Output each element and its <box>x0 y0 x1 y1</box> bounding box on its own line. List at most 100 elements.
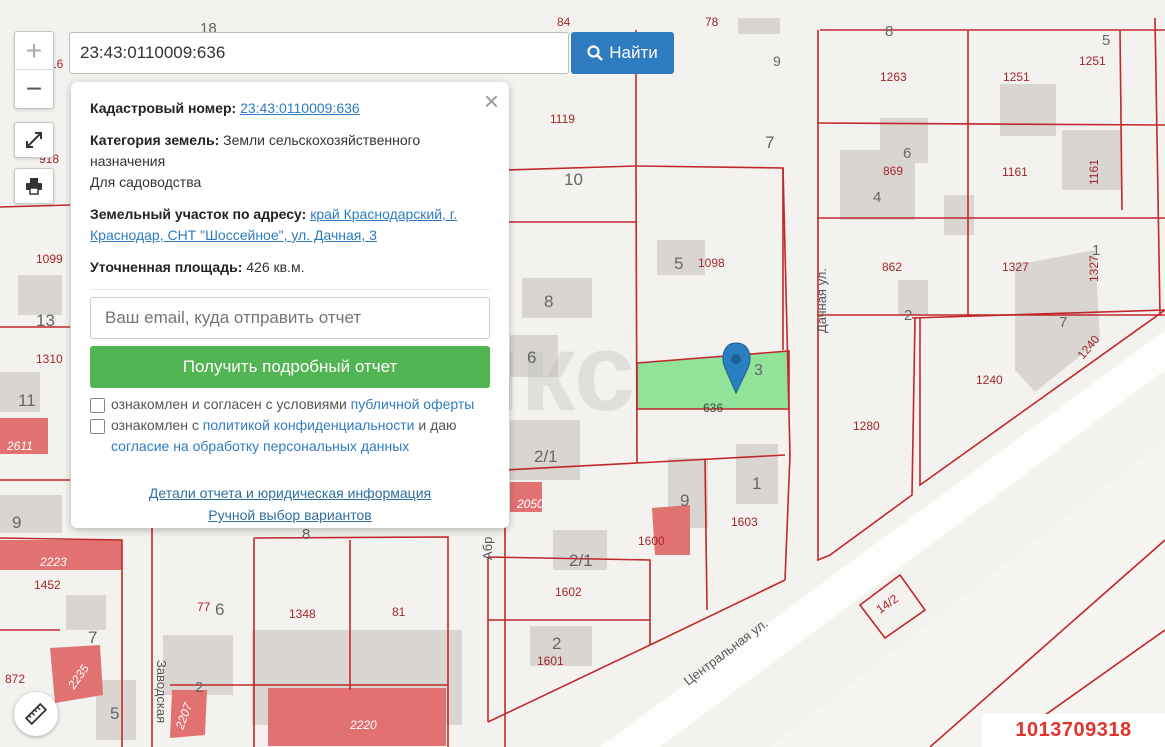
parcel-label: 1240 <box>976 373 1003 387</box>
parcel-label: 8 <box>885 23 893 40</box>
fullscreen-button[interactable] <box>14 122 54 158</box>
parcel-label: 1098 <box>698 256 725 270</box>
parcel-label: 8 <box>544 292 553 311</box>
personal-data-link[interactable]: согласие на обработку персональных данны… <box>111 438 409 454</box>
parcel-label: 6 <box>903 145 911 162</box>
parcel-label: 1348 <box>289 607 316 621</box>
close-icon[interactable]: × <box>484 86 499 117</box>
address-label: Земельный участок по адресу: <box>90 206 307 222</box>
privacy-consent-row: ознакомлен с политикой конфиденциальност… <box>90 415 490 457</box>
zoom-out-button[interactable]: − <box>15 70 53 107</box>
parcel-label: 84 <box>557 15 571 29</box>
parcel-label: 2/1 <box>569 551 593 570</box>
parcel-label: 2/1 <box>534 447 558 466</box>
parcel-label: 872 <box>5 672 25 686</box>
privacy-checkbox[interactable] <box>90 419 105 434</box>
parcel-label: 9 <box>773 53 781 69</box>
parcel-label: 1161 <box>1087 159 1101 185</box>
area-row: Уточненная площадь: 426 кв.м. <box>90 257 490 278</box>
parcel-label: 2 <box>195 679 203 696</box>
parcel-label: 1280 <box>853 419 880 433</box>
cadastral-number-label: Кадастровый номер: <box>90 100 237 116</box>
parcel-label: 1452 <box>34 578 61 592</box>
parcel-label: 2611 <box>6 439 33 453</box>
parcel-label: 1 <box>752 474 761 493</box>
area-value: 426 кв.м. <box>246 259 305 275</box>
parcel-label: 1099 <box>36 252 63 266</box>
zoom-control: + − <box>14 31 54 109</box>
parcel-label: 7 <box>88 628 97 647</box>
cadastral-number-row: Кадастровый номер: 23:43:0110009:636 <box>90 98 490 119</box>
parcel-label: 1310 <box>36 352 63 366</box>
ruler-icon <box>25 703 47 725</box>
parcel-label: 7 <box>765 133 774 152</box>
parcel-label: 2 <box>904 307 912 324</box>
parcel-label: 1600 <box>638 534 665 548</box>
cadastral-number-link[interactable]: 23:43:0110009:636 <box>240 100 360 116</box>
search-input[interactable] <box>69 32 569 74</box>
privacy-consent-text: ознакомлен с политикой конфиденциальност… <box>111 417 457 454</box>
parcel-label: 9 <box>680 491 689 510</box>
email-field[interactable] <box>90 297 490 339</box>
parcel-label: 1327 <box>1002 260 1029 274</box>
offer-consent-row: ознакомлен и согласен с условиями публич… <box>90 394 490 415</box>
divider <box>90 289 490 290</box>
parcel-label: 1327 <box>1087 255 1101 282</box>
parcel-label: 1601 <box>537 654 564 668</box>
parcel-label: 8 <box>302 526 310 543</box>
parcel-label: 9 <box>12 513 21 532</box>
parcel-label: 862 <box>882 260 902 274</box>
search-button[interactable]: Найти <box>571 32 674 74</box>
parcel-label: 5 <box>110 704 119 723</box>
land-category-label: Категория земель: <box>90 132 220 148</box>
parcel-label: 1603 <box>731 515 758 529</box>
parcel-label: 1 <box>1092 242 1100 259</box>
parcel-label: 81 <box>392 605 406 619</box>
popup-links: Детали отчета и юридическая информация Р… <box>90 482 490 526</box>
offer-checkbox[interactable] <box>90 398 105 413</box>
zoom-in-button[interactable]: + <box>15 32 53 70</box>
parcel-label: 78 <box>705 15 719 29</box>
parcel-label: 13 <box>36 311 55 330</box>
parcel-label: 2050 <box>516 497 544 511</box>
address-row: Земельный участок по адресу: край Красно… <box>90 204 490 246</box>
parcel-label: 1251 <box>1079 54 1106 68</box>
search-button-label: Найти <box>609 43 658 62</box>
parcel-label: 1263 <box>880 70 907 84</box>
parcel-label: 636 <box>703 401 723 415</box>
privacy-policy-link[interactable]: политикой конфиденциальности <box>203 417 415 433</box>
parcel-label: 77 <box>197 600 211 614</box>
land-use-value: Для садоводства <box>90 174 202 190</box>
street-label: Дачная ул. <box>814 268 829 333</box>
parcel-label: 1161 <box>1002 165 1028 179</box>
public-offer-link[interactable]: публичной оферты <box>351 396 475 412</box>
area-label: Уточненная площадь: <box>90 259 243 275</box>
parcel-label: 6 <box>527 348 536 367</box>
get-report-button[interactable]: Получить подробный отчет <box>90 346 490 388</box>
parcel-info-popup: × Кадастровый номер: 23:43:0110009:636 К… <box>71 82 509 528</box>
parcel-label: 10 <box>564 170 583 189</box>
parcel-label: 1251 <box>1003 70 1030 84</box>
parcel-label: 3 <box>754 362 763 379</box>
print-button[interactable] <box>14 168 54 204</box>
parcel-label: 2223 <box>39 555 67 569</box>
measure-button[interactable] <box>14 692 58 736</box>
parcel-label: 5 <box>1102 32 1110 49</box>
parcel-label: 7 <box>1059 314 1067 331</box>
parcel-label: 1602 <box>555 585 582 599</box>
parcel-label: 6 <box>215 600 224 619</box>
land-category-row: Категория земель: Земли сельскохозяйстве… <box>90 130 490 193</box>
parcel-label: 11 <box>18 391 36 410</box>
street-label: Абр <box>480 537 495 560</box>
parcel-label: 1119 <box>550 112 575 126</box>
parcel-label: 2 <box>552 634 561 653</box>
parcel-label: 869 <box>883 164 903 178</box>
object-id: 1013709318 <box>982 714 1165 747</box>
manual-choice-link[interactable]: Ручной выбор вариантов <box>208 507 372 523</box>
expand-icon <box>26 132 42 148</box>
parcel-label: 2220 <box>349 718 377 732</box>
report-details-link[interactable]: Детали отчета и юридическая информация <box>149 485 431 501</box>
offer-consent-text: ознакомлен и согласен с условиями публич… <box>111 396 475 412</box>
parcel-label: 4 <box>873 189 881 206</box>
printer-icon <box>26 178 42 195</box>
